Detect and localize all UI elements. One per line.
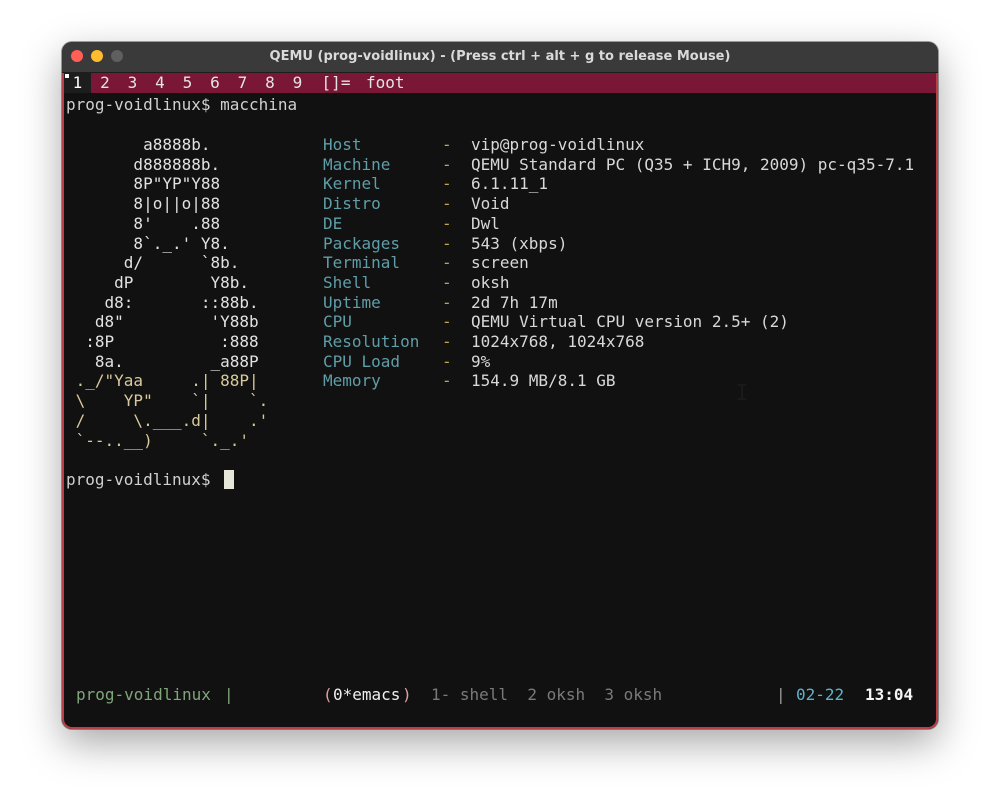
window-title: QEMU (prog-voidlinux) - (Press ctrl + al…	[269, 49, 731, 64]
ascii-art-line: dP Y8b.	[66, 272, 250, 292]
info-separator: -	[442, 135, 452, 154]
info-key: Kernel	[323, 174, 381, 194]
info-key: Host	[323, 135, 362, 154]
title-bar: QEMU (prog-voidlinux) - (Press ctrl + al…	[62, 42, 938, 73]
info-key: Memory	[323, 371, 381, 391]
info-key: CPU Load	[323, 351, 401, 371]
ascii-art-line: d888888b.	[66, 154, 221, 174]
info-separator: -	[442, 312, 452, 332]
tag-label: 9	[292, 73, 303, 92]
info-value: QEMU Virtual CPU version 2.5+ (2)	[471, 312, 789, 332]
info-key: Shell	[323, 272, 372, 292]
tag-label: 3	[127, 73, 138, 92]
status-divider-right: |	[776, 685, 786, 704]
ascii-art-line: d/ `8b.	[66, 253, 240, 273]
tag-label: 5	[182, 73, 193, 92]
ascii-art-line: \ YP" `| `.	[66, 391, 269, 411]
current-window: 0*emacs	[333, 685, 401, 704]
ascii-art-line: ._/"Yaa .| 88P|	[66, 371, 259, 391]
terminal[interactable]: prog-voidlinux$ macchina a8888b. d888888…	[66, 95, 934, 695]
qemu-window: QEMU (prog-voidlinux) - (Press ctrl + al…	[62, 42, 938, 729]
ascii-art-line: 8a. _a88P	[66, 351, 259, 371]
focused-window-title: foot	[366, 73, 405, 92]
info-value: 2d 7h 17m	[471, 292, 558, 312]
status-time: 13:04	[865, 685, 914, 704]
tag-6[interactable]: 6	[202, 73, 229, 93]
info-key: Uptime	[323, 292, 381, 312]
ibeam-cursor-icon	[738, 384, 746, 400]
info-separator: -	[442, 253, 452, 273]
tag-1[interactable]: 1	[64, 73, 91, 93]
ascii-art-line: `--..__) `._.'	[66, 430, 250, 450]
ascii-art-line: / \.___.d| .'	[66, 410, 269, 430]
info-value: 6.1.11_1	[471, 174, 549, 194]
info-value: vip@prog-voidlinux	[471, 135, 645, 154]
status-hostname: prog-voidlinux	[76, 685, 211, 704]
window-list-close: )	[402, 685, 412, 704]
info-value: 543 (xbps)	[471, 233, 568, 253]
ascii-art-line: 8`._.' Y8.	[66, 233, 230, 253]
info-separator: -	[442, 213, 452, 233]
other-windows: 1- shell 2 oksh 3 oksh	[431, 685, 663, 704]
info-key: CPU	[323, 312, 352, 332]
tag-4[interactable]: 4	[147, 73, 174, 93]
status-date: 02-22	[796, 685, 845, 704]
ascii-art-line: 8' .88	[66, 213, 221, 233]
tag-label: 2	[100, 73, 110, 92]
layout-indicator[interactable]: []=	[316, 73, 356, 93]
info-separator: -	[442, 194, 452, 214]
info-key: Terminal	[323, 253, 401, 273]
info-separator: -	[442, 351, 452, 371]
info-key: DE	[323, 213, 343, 233]
tag-7[interactable]: 7	[229, 73, 256, 93]
info-key: Machine	[323, 154, 391, 174]
info-key: Packages	[323, 233, 401, 253]
info-value: screen	[471, 253, 529, 273]
tag-9[interactable]: 9	[284, 73, 311, 93]
tag-label: 7	[237, 73, 248, 92]
info-value: Dwl	[471, 213, 500, 233]
tag-label: 6	[210, 73, 220, 92]
info-key: Distro	[323, 194, 381, 214]
dwl-bar: 123456789 []= foot	[64, 73, 936, 93]
tag-5[interactable]: 5	[174, 73, 201, 93]
vm-screen[interactable]: 123456789 []= foot prog-voidlinux$ macch…	[62, 73, 938, 729]
tag-label: 8	[265, 73, 275, 92]
info-separator: -	[442, 332, 452, 351]
tag-8[interactable]: 8	[257, 73, 284, 93]
info-separator: -	[442, 272, 452, 292]
info-value: 154.9 MB/8.1 GB	[471, 371, 616, 391]
info-value: 1024x768, 1024x768	[471, 332, 645, 351]
ascii-art-line: 8P"YP"Y88	[66, 174, 221, 194]
info-separator: -	[442, 233, 452, 253]
status-divider-left: |	[224, 685, 234, 704]
command-line: prog-voidlinux$ macchina	[66, 95, 298, 114]
info-value: oksh	[471, 272, 510, 292]
screen-status-line: prog-voidlinux | ( 0*emacs ) 1- shell 2 …	[64, 685, 936, 705]
prompt-line: prog-voidlinux$	[66, 470, 221, 489]
info-value: 9%	[471, 351, 491, 371]
ascii-art-line: d8: ::88b.	[66, 292, 259, 312]
ascii-art-line: 8|o||o|88	[66, 194, 221, 214]
tag-label: 1	[72, 73, 83, 92]
info-separator: -	[442, 292, 452, 312]
occupied-indicator-icon	[65, 74, 69, 78]
window-list-open: (	[323, 685, 333, 704]
info-value: Void	[471, 194, 510, 214]
info-separator: -	[442, 371, 452, 391]
info-value: QEMU Standard PC (Q35 + ICH9, 2009) pc-q…	[471, 154, 915, 174]
ascii-art-line: a8888b.	[66, 135, 211, 154]
text-cursor	[224, 470, 234, 489]
info-separator: -	[442, 174, 452, 194]
info-separator: -	[442, 154, 452, 174]
tag-2[interactable]: 2	[92, 73, 119, 93]
ascii-art-line: d8" 'Y88b	[66, 312, 259, 332]
ascii-art-line: :8P :888	[66, 332, 259, 351]
tag-label: 4	[155, 73, 165, 92]
info-key: Resolution	[323, 332, 420, 351]
tag-3[interactable]: 3	[119, 73, 146, 93]
